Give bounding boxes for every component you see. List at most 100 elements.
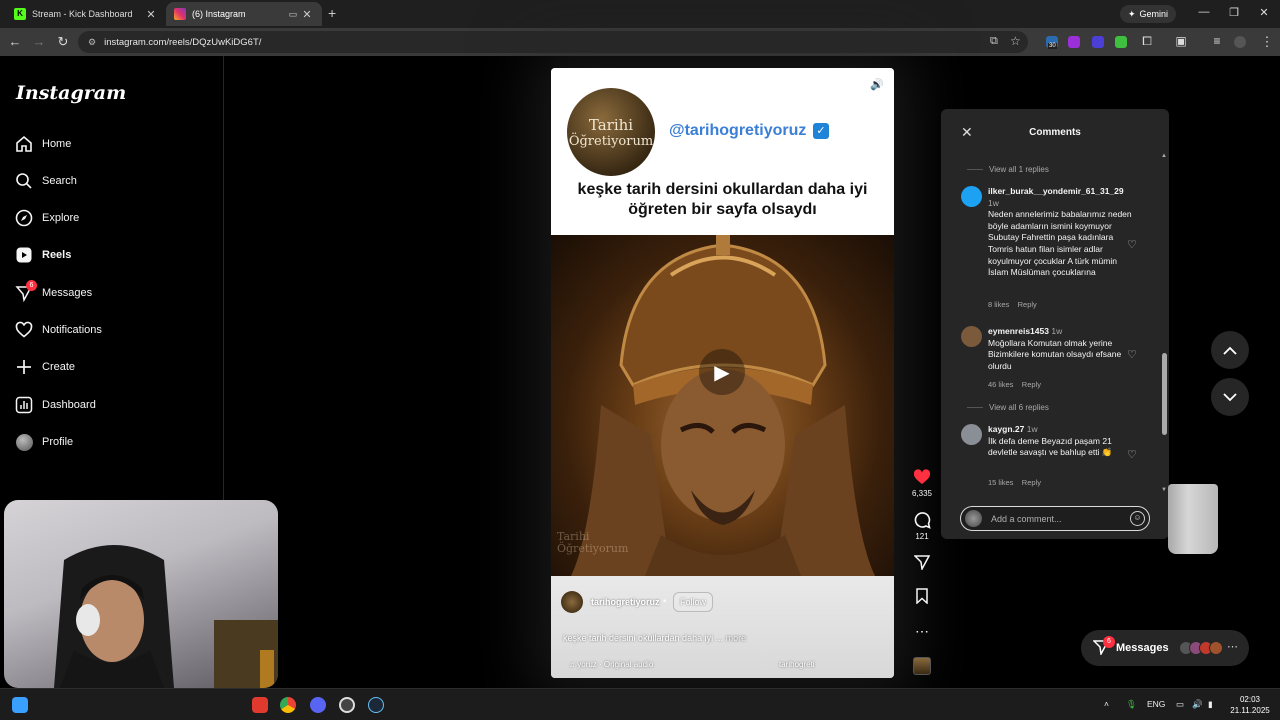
language-indicator[interactable]: ENG bbox=[1147, 699, 1165, 709]
sidebar-item-explore[interactable]: Explore bbox=[14, 206, 79, 230]
sidebar-item-messages[interactable]: 6 Messages bbox=[14, 280, 92, 305]
chevron-up-icon[interactable]: ˄ bbox=[1104, 699, 1109, 709]
volume-icon[interactable]: 🔊 bbox=[1192, 699, 1203, 710]
like-button[interactable]: 6,335 bbox=[908, 468, 936, 498]
split-view-icon[interactable]: ▣ bbox=[1172, 34, 1190, 48]
app-icon[interactable] bbox=[252, 697, 268, 713]
extensions-puzzle-icon[interactable]: ⧠ bbox=[1138, 34, 1156, 49]
sidebar-item-reels[interactable]: Reels bbox=[14, 243, 71, 267]
site-info-icon[interactable]: ⚙ bbox=[88, 37, 96, 48]
like-count: 6,335 bbox=[911, 489, 933, 498]
menu-kebab-icon[interactable]: ⋮ bbox=[1258, 34, 1276, 50]
profile-avatar[interactable] bbox=[1234, 36, 1246, 48]
network-icon[interactable]: ▭ bbox=[1176, 699, 1184, 710]
bookmark-star-icon[interactable]: ☆ bbox=[1010, 34, 1021, 48]
sidebar-item-home[interactable]: Home bbox=[14, 132, 71, 156]
reel-video[interactable]: Tarihi Öğretiyorum @tarihogretiyoruz ✓ k… bbox=[551, 68, 894, 678]
home-icon bbox=[14, 134, 34, 154]
emoji-icon[interactable]: ☺ bbox=[1130, 511, 1145, 526]
microphone-icon[interactable]: 🎙 bbox=[1126, 699, 1137, 710]
view-replies-link[interactable]: View all 6 replies bbox=[989, 403, 1049, 412]
avatar[interactable] bbox=[961, 326, 982, 347]
sidebar-item-create[interactable]: Create bbox=[14, 355, 75, 379]
play-icon[interactable]: ▶ bbox=[699, 349, 745, 395]
add-comment-field[interactable]: ☺ bbox=[960, 506, 1150, 531]
avatar bbox=[14, 432, 34, 452]
tab-media-icon[interactable]: ▭ bbox=[286, 9, 300, 20]
like-comment-icon[interactable]: ♡ bbox=[1127, 348, 1137, 361]
like-comment-icon[interactable]: ♡ bbox=[1127, 448, 1137, 461]
previous-reel-button[interactable] bbox=[1211, 331, 1249, 369]
close-window-icon[interactable]: ✕ bbox=[1254, 6, 1274, 19]
more-options-button[interactable]: ⋯ bbox=[908, 622, 936, 643]
gemini-button[interactable]: ✦ Gemini bbox=[1120, 5, 1177, 23]
share-button[interactable] bbox=[908, 553, 936, 574]
sidebar-item-dashboard[interactable]: Dashboard bbox=[14, 393, 96, 417]
more-link[interactable]: more bbox=[726, 633, 747, 643]
obs-icon[interactable] bbox=[339, 697, 355, 713]
speaker-icon[interactable]: 🔊 bbox=[870, 78, 884, 91]
sidebar-item-profile[interactable]: Profile bbox=[14, 430, 73, 454]
comment-likes[interactable]: 8 likes bbox=[988, 300, 1009, 309]
comment-input[interactable] bbox=[991, 511, 1121, 526]
browser-toolbar: ← → ↻ ⚙ instagram.com/reels/DQzUwKiDG6T/… bbox=[0, 28, 1280, 56]
avatar[interactable] bbox=[561, 591, 583, 613]
forward-icon[interactable]: → bbox=[30, 34, 48, 49]
reply-button[interactable]: Reply bbox=[1018, 300, 1037, 309]
reply-button[interactable]: Reply bbox=[1022, 380, 1041, 389]
tab-instagram[interactable]: (6) Instagram ▭ ✕ bbox=[166, 2, 322, 26]
next-reel-button[interactable] bbox=[1211, 378, 1249, 416]
audio-tag[interactable]: tarihogreti bbox=[779, 660, 815, 669]
reply-button[interactable]: Reply bbox=[1022, 478, 1041, 487]
extension-icon[interactable] bbox=[1115, 36, 1127, 48]
comment-text: İlk defa deme Beyazıd paşam 21 devletle … bbox=[988, 435, 1113, 458]
comment-username[interactable]: eymenreis1453 bbox=[988, 326, 1049, 336]
scroll-up-arrow-icon[interactable]: ▲ bbox=[1161, 153, 1167, 159]
comment-time: 1w bbox=[1051, 326, 1063, 336]
comment-button[interactable]: 121 bbox=[908, 511, 936, 541]
comment-username[interactable]: ilker_burak__yondemir_61_31_29 bbox=[988, 186, 1124, 196]
avatar[interactable] bbox=[961, 424, 982, 445]
view-replies-link[interactable]: View all 1 replies bbox=[989, 165, 1049, 174]
restore-icon[interactable]: ❐ bbox=[1224, 6, 1244, 19]
audio-thumbnail[interactable] bbox=[913, 657, 931, 675]
save-button[interactable] bbox=[908, 587, 936, 608]
ellipsis-icon: ⋯ bbox=[915, 622, 929, 639]
comment-likes[interactable]: 46 likes bbox=[988, 380, 1013, 389]
close-tab-icon[interactable]: ✕ bbox=[144, 8, 158, 21]
address-bar[interactable]: ⚙ instagram.com/reels/DQzUwKiDG6T/ ⧉ ☆ bbox=[78, 31, 1028, 53]
scroll-down-arrow-icon[interactable]: ▼ bbox=[1161, 487, 1167, 493]
messages-button[interactable]: 6 Messages ⋯ bbox=[1081, 630, 1249, 666]
new-tab-button[interactable]: + bbox=[328, 5, 336, 21]
minimize-icon[interactable]: — bbox=[1194, 6, 1214, 18]
sidebar-item-notifications[interactable]: Notifications bbox=[14, 318, 102, 342]
sidebar-item-search[interactable]: Search bbox=[14, 169, 77, 193]
chevron-down-icon bbox=[1223, 392, 1237, 401]
steam-icon[interactable] bbox=[368, 697, 384, 713]
comments-scrollbar[interactable]: ▲ ▼ bbox=[1161, 153, 1167, 493]
battery-icon[interactable]: ▮ bbox=[1208, 699, 1213, 710]
avatar[interactable] bbox=[961, 186, 982, 207]
reel-username[interactable]: tarihogretiyoruz bbox=[591, 597, 660, 607]
start-icon[interactable] bbox=[12, 697, 28, 713]
discord-icon[interactable] bbox=[310, 697, 326, 713]
instagram-logo[interactable]: Instagram bbox=[16, 82, 126, 104]
reload-icon[interactable]: ↻ bbox=[54, 34, 72, 50]
follow-button[interactable]: Follow bbox=[673, 592, 714, 612]
like-comment-icon[interactable]: ♡ bbox=[1127, 238, 1137, 251]
chrome-icon[interactable] bbox=[280, 697, 296, 713]
scrollbar-thumb[interactable] bbox=[1162, 353, 1167, 435]
portrait-illustration bbox=[571, 235, 875, 576]
close-tab-icon[interactable]: ✕ bbox=[300, 8, 314, 21]
install-app-icon[interactable]: ⧉ bbox=[990, 35, 998, 48]
back-icon[interactable]: ← bbox=[6, 34, 24, 49]
tab-kick-dashboard[interactable]: K Stream - Kick Dashboard ✕ bbox=[6, 2, 166, 26]
comment-username[interactable]: kaygn.27 bbox=[988, 424, 1024, 434]
os-taskbar: ˄ 🎙 ENG ▭ 🔊 ▮ 02:03 21.11.2025 bbox=[0, 688, 1280, 720]
extension-icon[interactable] bbox=[1068, 36, 1080, 48]
audio-info[interactable]: ♫ yoruz · Original audio bbox=[569, 660, 653, 669]
extension-icon[interactable] bbox=[1092, 36, 1104, 48]
system-clock[interactable]: 02:03 21.11.2025 bbox=[1228, 694, 1272, 716]
comment-likes[interactable]: 15 likes bbox=[988, 478, 1013, 487]
reading-list-icon[interactable]: ≡ bbox=[1208, 34, 1226, 48]
